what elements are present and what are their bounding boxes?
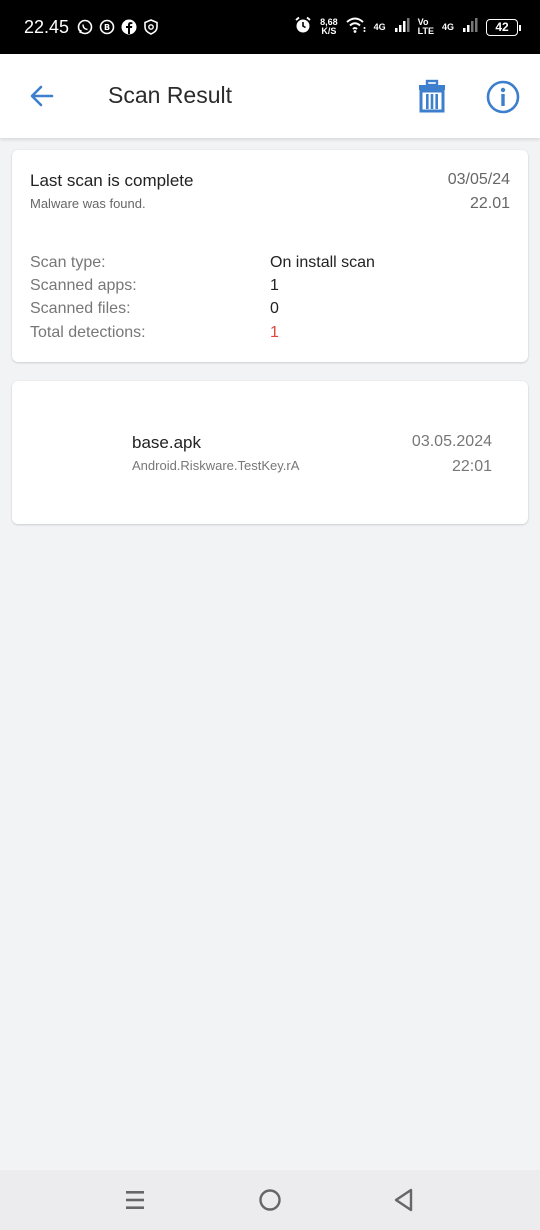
whatsapp-icon xyxy=(77,19,93,35)
svg-text:B: B xyxy=(104,23,110,32)
notification-icons: B xyxy=(77,19,159,35)
volte-sub-label: LTE xyxy=(417,26,434,36)
status-bar: 22.45 B 8,68 K/S 4G Vo LTE 4G 42 xyxy=(0,0,540,54)
home-button[interactable] xyxy=(256,1186,284,1214)
scan-type-label: Scan type: xyxy=(30,254,106,271)
business-whatsapp-icon: B xyxy=(99,19,115,35)
scanned-apps-value: 1 xyxy=(270,277,279,294)
app-bar: Scan Result xyxy=(0,54,540,138)
network-type-1: 4G xyxy=(373,21,386,32)
detections-card: base.apk Android.Riskware.TestKey.rA 03.… xyxy=(12,381,528,524)
wifi-icon xyxy=(345,17,366,38)
battery-level: 42 xyxy=(495,20,509,34)
signal-icon-2 xyxy=(462,17,478,38)
signal-icon-1 xyxy=(394,17,410,38)
scanned-apps-label: Scanned apps: xyxy=(30,277,137,294)
scan-status-subtitle: Malware was found. xyxy=(30,196,146,211)
recents-icon xyxy=(126,1191,144,1209)
scanned-files-value: 0 xyxy=(270,300,279,317)
arrow-left-icon xyxy=(30,85,54,107)
alarm-icon xyxy=(294,16,312,39)
recents-button[interactable] xyxy=(121,1186,149,1214)
network-speed-unit: K/S xyxy=(321,26,337,36)
scanned-files-label: Scanned files: xyxy=(30,300,131,317)
status-time: 22.45 xyxy=(24,16,70,37)
page-title: Scan Result xyxy=(108,82,233,108)
scan-summary-card: Last scan is complete Malware was found.… xyxy=(12,150,528,362)
home-icon xyxy=(259,1189,281,1211)
volte-indicator: Vo LTE xyxy=(418,18,434,36)
trash-icon xyxy=(419,79,445,113)
back-button[interactable] xyxy=(28,82,56,110)
total-detections-value: 1 xyxy=(270,324,279,341)
back-triangle-icon xyxy=(394,1188,413,1212)
scan-status-title: Last scan is complete xyxy=(30,171,194,190)
threat-name: Android.Riskware.TestKey.rA xyxy=(132,458,300,473)
scan-type-value: On install scan xyxy=(270,254,375,271)
facebook-icon xyxy=(121,19,137,35)
scan-date: 03/05/24 xyxy=(447,171,510,188)
detection-date: 03.05.2024 xyxy=(411,433,492,450)
total-detections-label: Total detections: xyxy=(30,324,146,341)
detected-file-name: base.apk xyxy=(132,433,201,452)
delete-button[interactable] xyxy=(416,78,448,114)
nav-back-button[interactable] xyxy=(390,1186,418,1214)
system-status-icons: 8,68 K/S 4G Vo LTE 4G 42 xyxy=(294,16,521,39)
network-speed: 8,68 K/S xyxy=(320,18,338,36)
system-nav-bar xyxy=(0,1170,540,1230)
scan-time: 22.01 xyxy=(469,195,510,212)
detection-time: 22:01 xyxy=(451,458,492,475)
info-icon xyxy=(486,80,520,114)
info-button[interactable] xyxy=(486,80,520,114)
shield-icon xyxy=(143,19,159,35)
battery-icon: 42 xyxy=(486,18,521,36)
network-type-2: 4G xyxy=(441,21,454,32)
detection-list-item[interactable]: base.apk Android.Riskware.TestKey.rA 03.… xyxy=(116,417,512,489)
